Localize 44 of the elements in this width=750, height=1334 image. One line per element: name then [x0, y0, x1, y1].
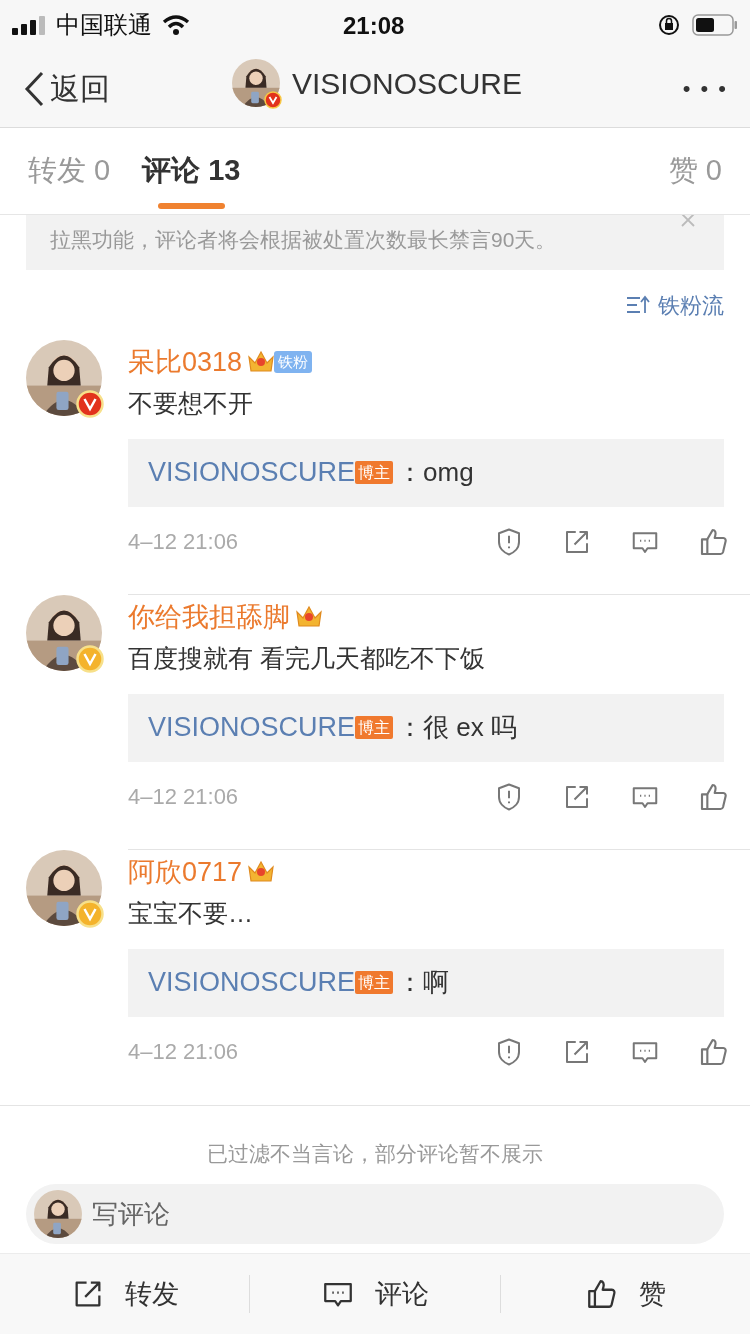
verified-badge-icon [264, 91, 282, 109]
author-tag: 博主 [355, 461, 394, 484]
commenter-name[interactable]: 阿欣0717 [128, 851, 243, 893]
comment-time: 4–12 21:06 [128, 1038, 239, 1066]
commenter-name[interactable]: 呆比0318 [128, 341, 243, 383]
signal-icon [12, 15, 48, 35]
battery-icon [692, 14, 738, 36]
reply-author[interactable]: VISIONOSCURE [148, 707, 356, 748]
crown-icon [294, 604, 324, 630]
sort-button[interactable]: 铁粉流 [626, 288, 724, 322]
tab[interactable]: 赞 0 [668, 127, 722, 215]
repost-button[interactable]: 转发 [0, 1273, 250, 1315]
more-button[interactable]: • • • [682, 72, 728, 105]
commenter-name[interactable]: 你给我担舔脚 [128, 596, 290, 638]
wifi-icon [162, 14, 190, 36]
like-button[interactable]: 赞 [500, 1273, 750, 1315]
comment-text: 不要想不开 [128, 388, 254, 419]
back-button[interactable]: 返回 [22, 66, 110, 111]
rotation-lock-icon [658, 14, 680, 36]
fan-tag: 铁粉 [274, 351, 313, 373]
carrier-name: 中国联通 [56, 10, 152, 40]
author-tag: 博主 [355, 971, 394, 994]
comment-text: 百度搜就有 看完几天都吃不下饭 [128, 643, 486, 674]
comment-time: 4–12 21:06 [128, 528, 239, 556]
comment-field[interactable]: 写评论 [26, 1184, 724, 1244]
sort-icon [626, 295, 650, 315]
reply-text: ：啊 [397, 966, 450, 999]
filter-note: 已过滤不当言论，部分评论暂不展示 [206, 1141, 544, 1167]
page-title: VISIONOSCURE [292, 65, 523, 102]
reply-text: ：很 ex 吗 [397, 711, 517, 744]
crown-icon [246, 859, 277, 885]
reply-author[interactable]: VISIONOSCURE [148, 962, 356, 1003]
tab[interactable]: 评论 13 [142, 127, 241, 215]
comment-button[interactable]: 评论 [250, 1273, 500, 1315]
notice-text: 拉黑功能，评论者将会根据被处置次数最长禁言90天。 [50, 227, 557, 253]
tab[interactable]: 转发 0 [28, 127, 111, 215]
clock-time: 21:08 [343, 11, 405, 41]
crown-icon [246, 349, 277, 375]
reply-author[interactable]: VISIONOSCURE [148, 452, 356, 493]
reply-text: ：omg [397, 456, 474, 489]
comment-time: 4–12 21:06 [128, 783, 239, 811]
back-icon [22, 69, 46, 108]
comment-text: 宝宝不要… [128, 898, 254, 929]
author-tag: 博主 [355, 716, 394, 739]
